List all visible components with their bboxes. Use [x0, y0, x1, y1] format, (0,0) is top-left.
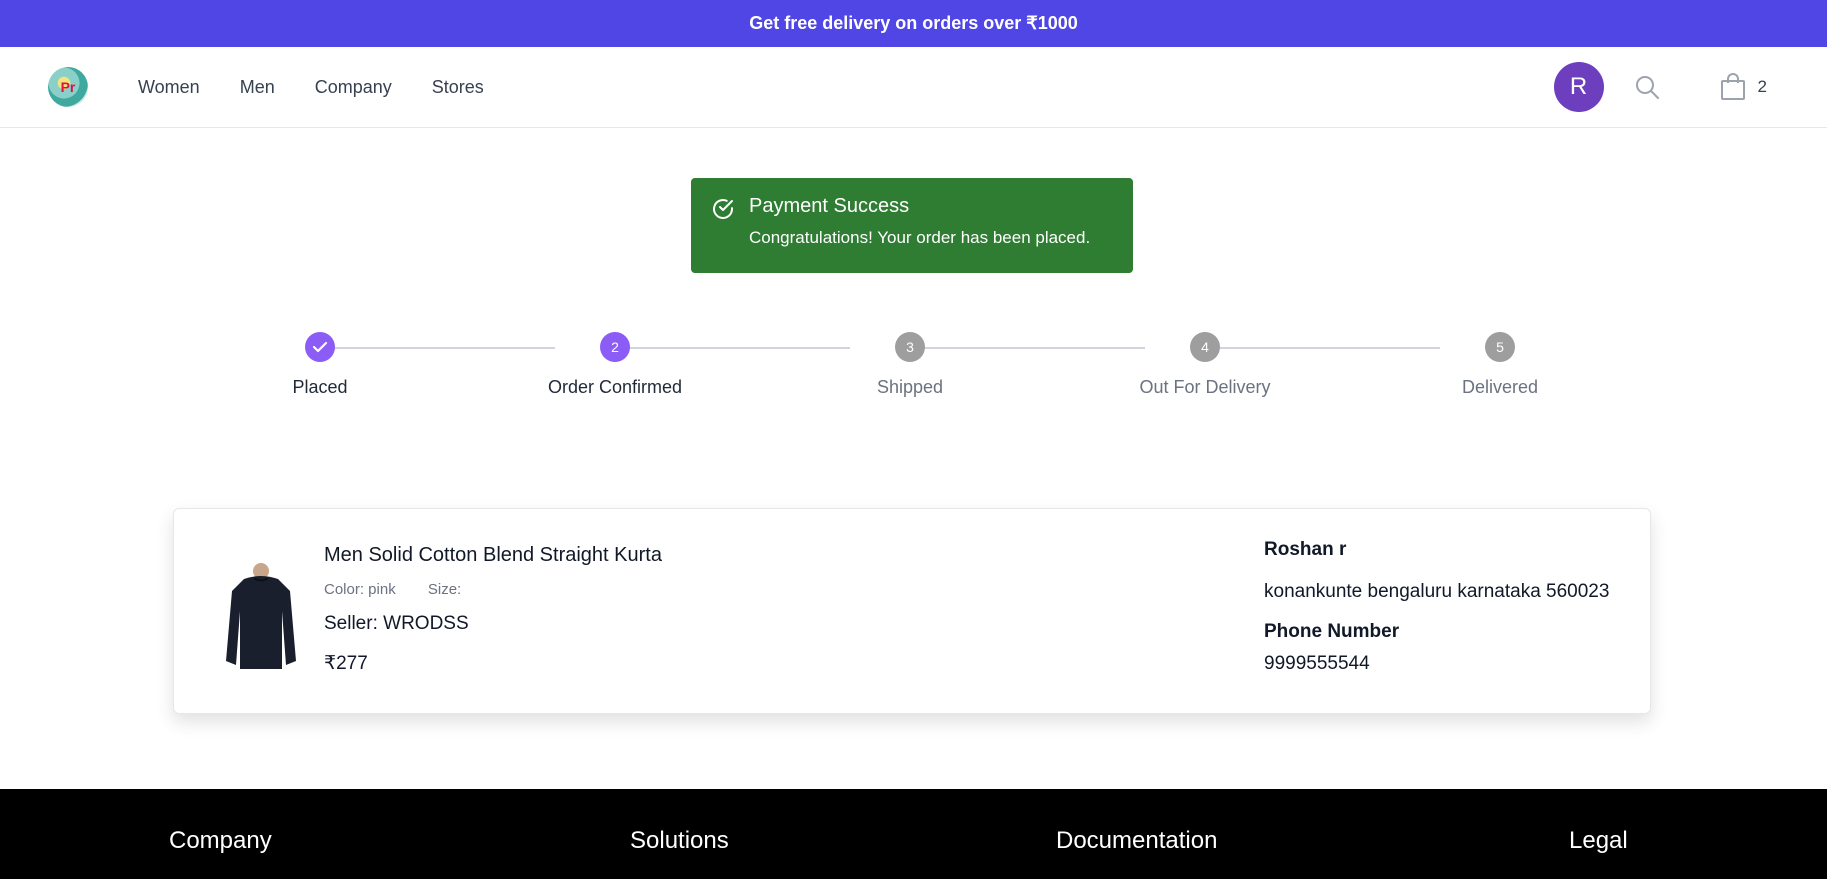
step-check-icon — [305, 332, 335, 362]
step-number: 4 — [1190, 332, 1220, 362]
delivery-address: Roshan r konankunte bengaluru karnataka … — [1264, 539, 1609, 675]
product-name[interactable]: Men Solid Cotton Blend Straight Kurta — [324, 544, 662, 567]
cart-count: 2 — [1757, 77, 1767, 96]
user-avatar[interactable]: R — [1553, 62, 1604, 112]
product-color: Color: pink — [324, 581, 396, 598]
product-price: ₹277 — [324, 653, 368, 674]
step-shipped: 3 Shipped — [800, 332, 1020, 398]
cart-button[interactable]: 2 — [1720, 73, 1767, 101]
step-number: 5 — [1485, 332, 1515, 362]
product-image[interactable] — [224, 561, 298, 671]
shopping-bag-icon — [1720, 73, 1745, 100]
nav-link-stores[interactable]: Stores — [432, 77, 484, 98]
step-placed: Placed — [210, 332, 430, 398]
step-number: 3 — [895, 332, 925, 362]
footer: Company Solutions Documentation Legal — [0, 789, 1827, 879]
nav-link-men[interactable]: Men — [240, 77, 275, 98]
seller-name: Seller: WRODSS — [324, 613, 469, 634]
footer-heading-solutions: Solutions — [630, 827, 729, 854]
phone-number: 9999555544 — [1264, 653, 1370, 674]
step-label: Delivered — [1461, 377, 1539, 397]
store-logo[interactable]: Pr — [48, 67, 88, 107]
step-label: Shipped — [876, 377, 944, 397]
step-label: Placed — [292, 377, 348, 397]
nav-link-company[interactable]: Company — [315, 77, 392, 98]
check-circle-icon — [713, 199, 733, 219]
alert-title: Payment Success — [749, 195, 910, 217]
promo-text: Get free delivery on orders over ₹1000 — [749, 13, 1078, 33]
step-delivered: 5 Delivered — [1390, 332, 1610, 398]
address-line: konankunte bengaluru karnataka 560023 — [1264, 581, 1610, 602]
product-size: Size: — [427, 581, 462, 598]
nav-link-women[interactable]: Women — [138, 77, 200, 98]
step-label: Order Confirmed — [547, 377, 683, 397]
alert-message: Congratulations! Your order has been pla… — [749, 228, 1091, 247]
payment-success-alert: Payment Success Congratulations! Your or… — [691, 178, 1133, 273]
order-details-card: Men Solid Cotton Blend Straight Kurta Co… — [173, 508, 1651, 714]
step-order-confirmed: 2 Order Confirmed — [505, 332, 725, 398]
step-number: 2 — [600, 332, 630, 362]
footer-heading-company: Company — [169, 827, 272, 854]
step-label: Out For Delivery — [1139, 377, 1271, 397]
nav-actions: R 2 — [1553, 47, 1767, 127]
step-out-for-delivery: 4 Out For Delivery — [1095, 332, 1315, 398]
search-button[interactable] — [1634, 74, 1660, 100]
product-info: Men Solid Cotton Blend Straight Kurta Co… — [324, 544, 662, 675]
logo-text: Pr — [60, 79, 76, 95]
product-attributes: Color: pink Size: — [324, 581, 662, 598]
order-progress-stepper: Placed 2 Order Confirmed 3 Shipped 4 Out… — [250, 332, 1570, 412]
footer-heading-documentation: Documentation — [1056, 827, 1218, 854]
navbar: Pr Women Men Company Stores R 2 — [0, 47, 1827, 128]
customer-name: Roshan r — [1264, 539, 1347, 560]
footer-heading-legal: Legal — [1569, 827, 1628, 854]
phone-label: Phone Number — [1264, 621, 1400, 642]
promo-banner: Get free delivery on orders over ₹1000 — [0, 0, 1827, 47]
avatar-letter: R — [1569, 73, 1588, 100]
search-icon — [1635, 76, 1659, 99]
